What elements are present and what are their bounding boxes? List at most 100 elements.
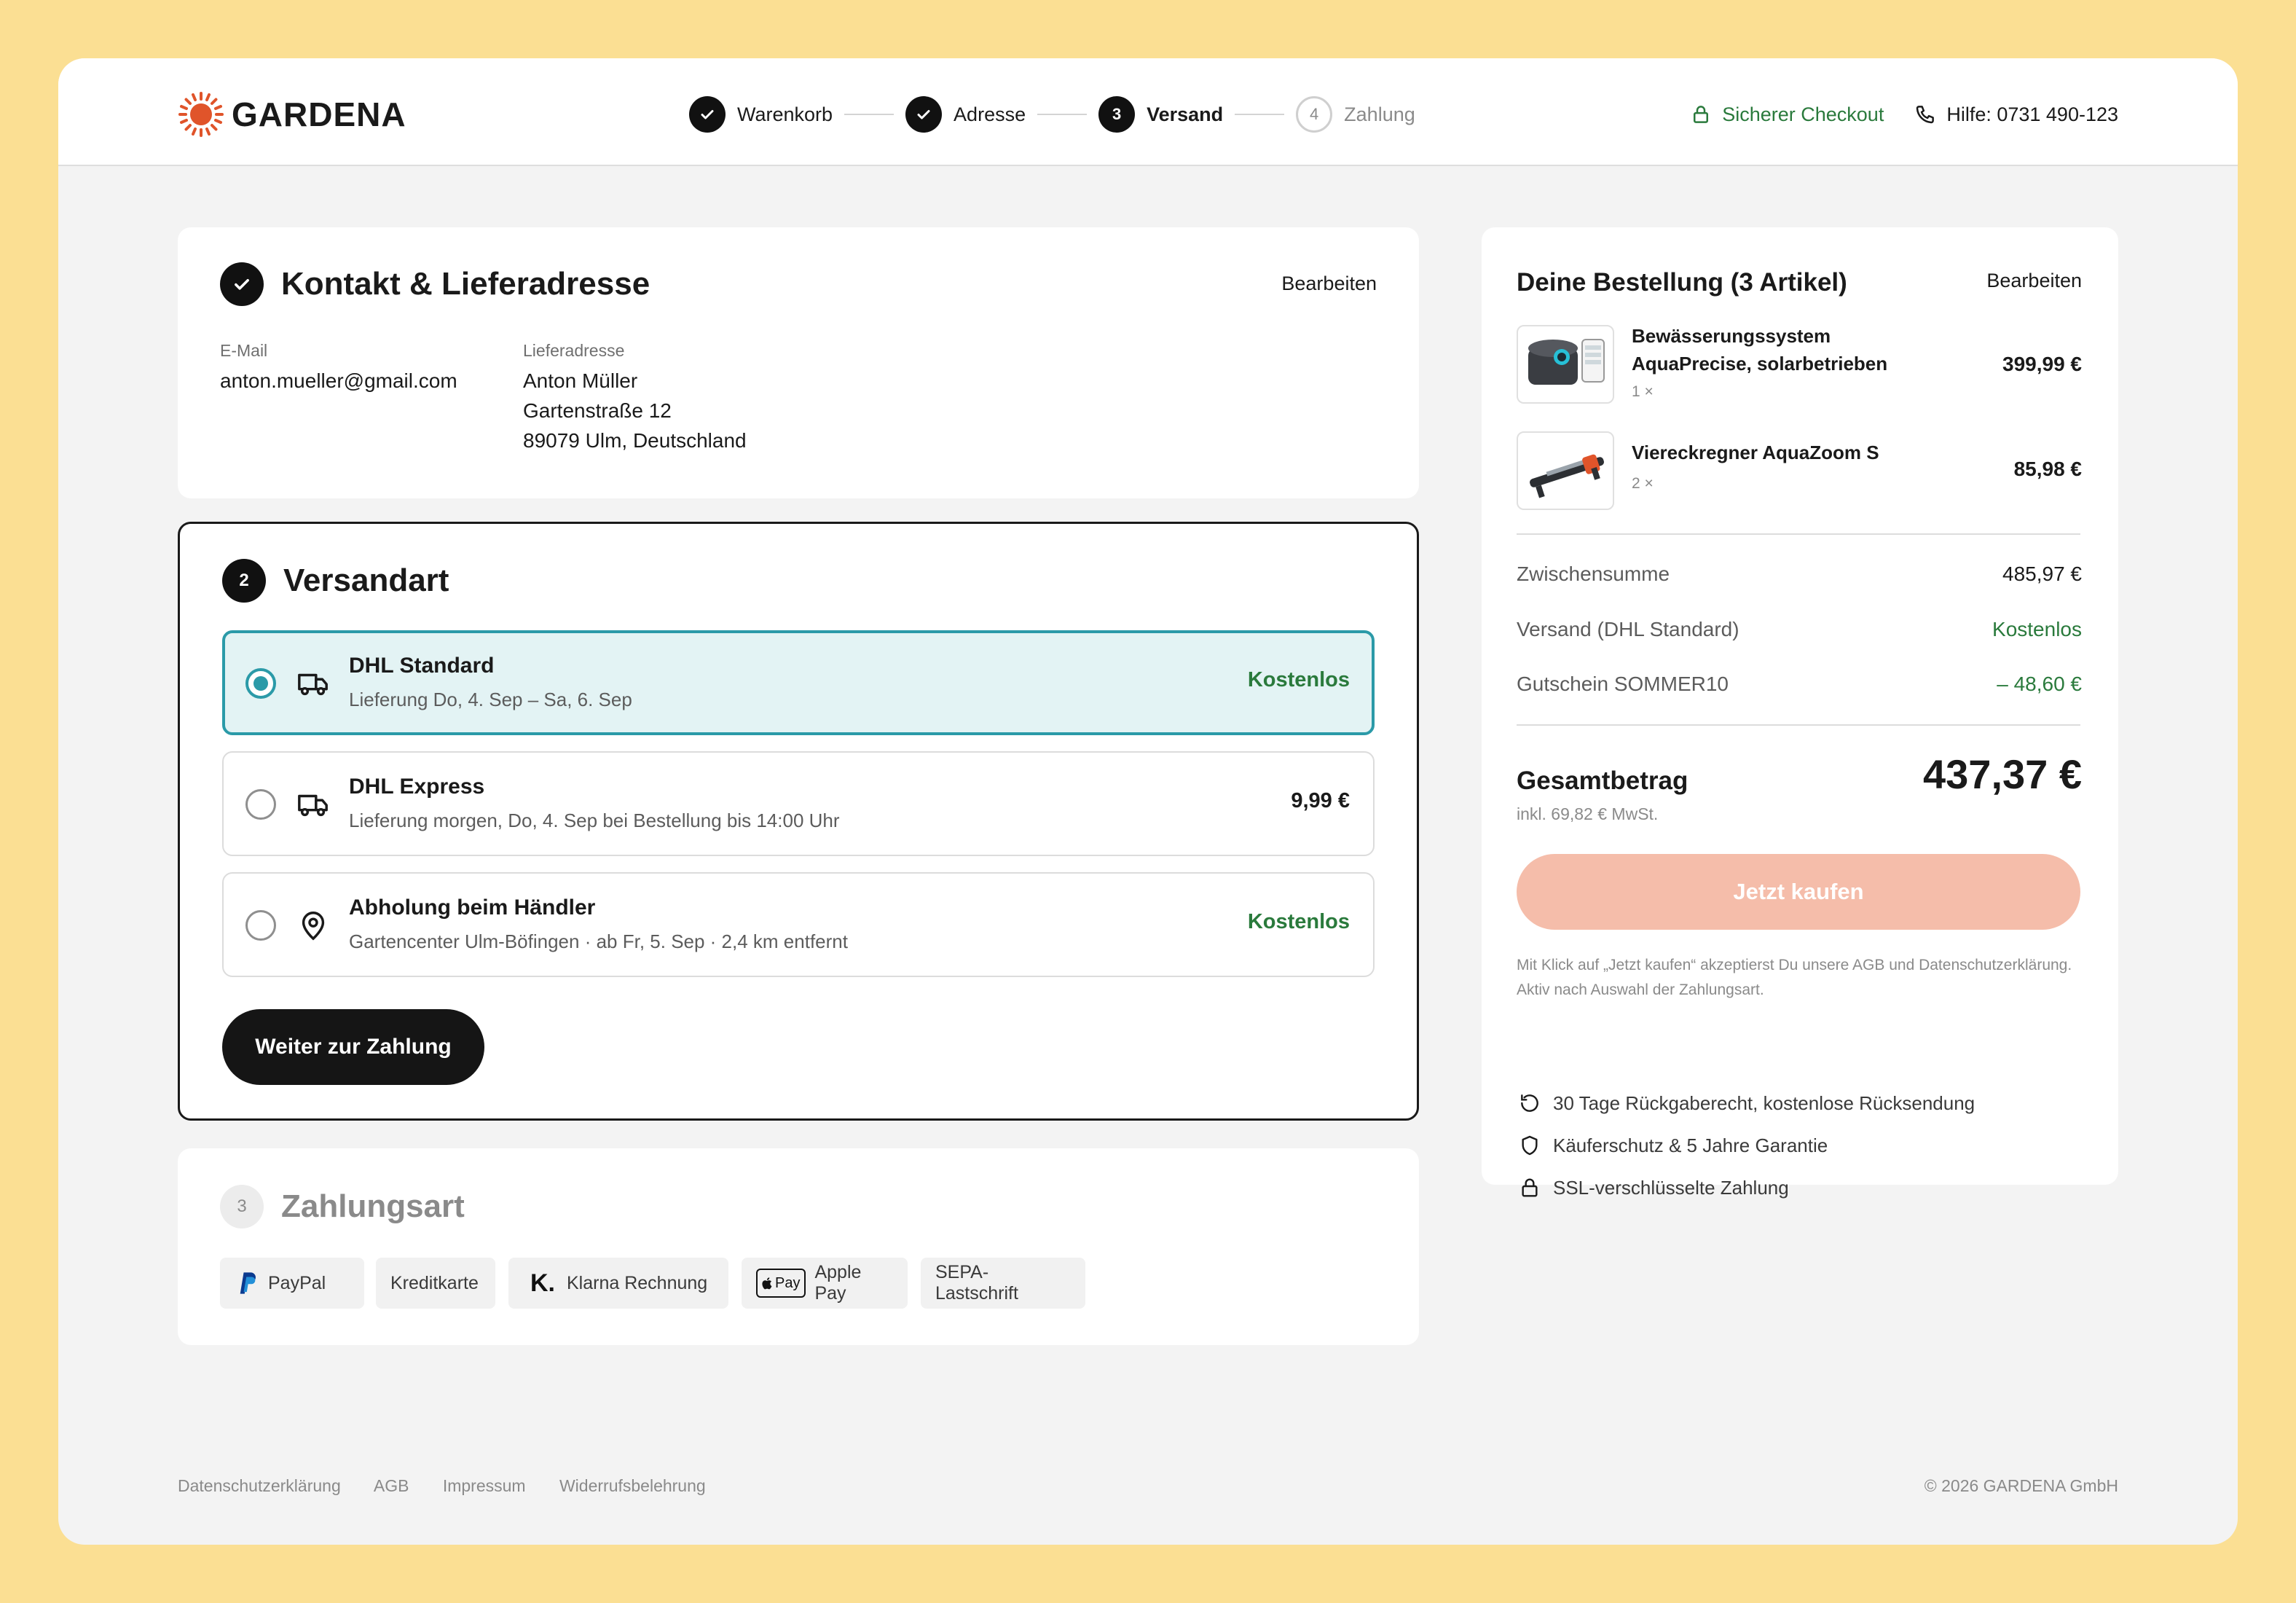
- shipping-label: Versand (DHL Standard): [1517, 618, 1739, 640]
- product-image-aquaprecise[interactable]: [1517, 325, 1614, 404]
- step-connector: [844, 114, 895, 115]
- payment-label: Apple Pay: [814, 1262, 862, 1304]
- truck-icon: [296, 788, 330, 821]
- step-connector: [1037, 114, 1088, 115]
- product-image-aquazoom[interactable]: [1517, 431, 1614, 510]
- total-label: Gesamtbetrag: [1517, 767, 1688, 795]
- brand-name: GARDENA: [232, 95, 406, 133]
- payment-chip-klarna[interactable]: K. Klarna Rechnung: [508, 1258, 728, 1309]
- contact-address-card: Kontakt & Lieferadresse Bearbeiten E-Mai…: [178, 227, 1419, 498]
- footer-link-impressum[interactable]: Impressum: [443, 1476, 526, 1495]
- summary-title: Deine Bestellung (3 Artikel): [1517, 268, 1847, 297]
- buy-now-button[interactable]: Jetzt kaufen: [1517, 854, 2080, 930]
- item-qty: 2 ×: [1632, 475, 1654, 492]
- gardena-logo[interactable]: GARDENA: [178, 90, 406, 138]
- voucher-value: – 48,60 €: [1997, 673, 2082, 695]
- applepay-badge-text: Pay: [775, 1274, 801, 1291]
- footer-link-datenschutz[interactable]: Datenschutzerklärung: [178, 1476, 341, 1495]
- section-title: Kontakt & Lieferadresse: [281, 266, 650, 302]
- radio-unselected[interactable]: [245, 789, 276, 820]
- payment-chip-applepay[interactable]: Pay Apple Pay: [742, 1258, 908, 1309]
- return-icon: [1517, 1090, 1543, 1116]
- radio-selected[interactable]: [245, 668, 276, 699]
- trust-item: SSL-verschlüsselte Zahlung: [1517, 1175, 1789, 1201]
- checkout-stepper: Warenkorb Adresse 3 Versand 4 Zahlung: [689, 93, 1415, 136]
- subtotal-label: Zwischensumme: [1517, 563, 1670, 585]
- option-price: Kostenlos: [1247, 910, 1350, 933]
- section-header: Kontakt & Lieferadresse: [220, 262, 650, 306]
- paypal-icon: [235, 1271, 256, 1296]
- payment-chip-paypal[interactable]: PayPal: [220, 1258, 364, 1309]
- continue-to-payment-button[interactable]: Weiter zur Zahlung: [222, 1009, 484, 1085]
- shipping-value: Kostenlos: [1992, 618, 2082, 640]
- payment-chip-sepa[interactable]: SEPA-Lastschrift: [921, 1258, 1085, 1309]
- truck-icon: [296, 667, 330, 700]
- trust-item: Käuferschutz & 5 Jahre Garantie: [1517, 1132, 1828, 1159]
- section-header: 3 Zahlungsart: [220, 1185, 465, 1228]
- payment-label: SEPA-Lastschrift: [935, 1262, 1018, 1304]
- email-label: E-Mail: [220, 341, 268, 360]
- vat-note: inkl. 69,82 € MwSt.: [1517, 804, 1659, 823]
- check-icon: [220, 262, 264, 306]
- voucher-label: Gutschein SOMMER10: [1517, 673, 1729, 695]
- footer: Datenschutzerklärung AGB Impressum Wider…: [178, 1476, 2118, 1496]
- item-price: 85,98 €: [2013, 458, 2082, 480]
- step-warenkorb[interactable]: Warenkorb: [689, 96, 833, 133]
- step-adresse[interactable]: Adresse: [905, 96, 1026, 133]
- map-pin-icon: [296, 909, 330, 942]
- payment-label: Klarna Rechnung: [567, 1272, 708, 1293]
- check-icon: [689, 96, 726, 133]
- step-label: Zahlung: [1344, 103, 1415, 125]
- option-subtitle: Lieferung morgen, Do, 4. Sep bei Bestell…: [349, 810, 840, 831]
- legal-note: Mit Klick auf „Jetzt kaufen“ akzeptierst…: [1517, 957, 2072, 998]
- step-connector: [1235, 114, 1285, 115]
- step-label: Adresse: [954, 103, 1026, 125]
- shipping-option-dhl-standard[interactable]: DHL Standard Lieferung Do, 4. Sep – Sa, …: [222, 630, 1375, 735]
- step-zahlung: 4 Zahlung: [1296, 96, 1415, 133]
- checkout-window: GARDENA Warenkorb Adresse 3 Versand 4 Za…: [58, 58, 2238, 1545]
- shipping-option-pickup[interactable]: Abholung beim Händler Gartencenter Ulm-B…: [222, 872, 1375, 977]
- radio-unselected[interactable]: [245, 910, 276, 941]
- option-subtitle: Gartencenter Ulm-Böfingen · ab Fr, 5. Se…: [349, 930, 848, 952]
- check-icon: [905, 96, 943, 133]
- item-price: 399,99 €: [2002, 353, 2082, 375]
- section-title: Versandart: [283, 563, 449, 598]
- shipping-option-dhl-express[interactable]: DHL Express Lieferung morgen, Do, 4. Sep…: [222, 751, 1375, 856]
- address-line: Anton Müller: [523, 369, 638, 392]
- email-value: anton.mueller@gmail.com: [220, 369, 457, 392]
- payment-label: Kreditkarte: [390, 1272, 479, 1293]
- secure-label: Sicherer Checkout: [1722, 103, 1884, 125]
- shield-icon: [1517, 1132, 1543, 1159]
- top-bar: GARDENA Warenkorb Adresse 3 Versand 4 Za…: [58, 58, 2238, 166]
- option-price: 9,99 €: [1291, 789, 1350, 812]
- trust-text: Käuferschutz & 5 Jahre Garantie: [1553, 1134, 1828, 1156]
- header-right: Sicherer Checkout Hilfe: 0731 490-123: [1690, 93, 2118, 136]
- shipping-method-card: 2 Versandart DHL Standard Lieferung Do, …: [178, 522, 1419, 1121]
- section-title: Zahlungsart: [281, 1188, 465, 1224]
- divider: [1517, 724, 2080, 726]
- footer-link-agb[interactable]: AGB: [374, 1476, 409, 1495]
- total-value: 437,37 €: [1923, 751, 2082, 797]
- option-title: DHL Express: [349, 775, 485, 799]
- step-label: Versand: [1147, 103, 1224, 125]
- address-line: 89079 Ulm, Deutschland: [523, 429, 747, 452]
- payment-label: PayPal: [268, 1272, 326, 1293]
- option-title: DHL Standard: [349, 654, 495, 678]
- footer-link-widerruf[interactable]: Widerrufsbelehrung: [559, 1476, 706, 1495]
- edit-contact-link[interactable]: Bearbeiten: [1281, 273, 1377, 295]
- applepay-icon: Pay: [756, 1269, 806, 1298]
- step-number: 3: [1098, 96, 1136, 133]
- step-label: Warenkorb: [737, 103, 833, 125]
- trust-item: 30 Tage Rückgaberecht, kostenlose Rückse…: [1517, 1090, 1975, 1116]
- order-summary-card: Deine Bestellung (3 Artikel) Bearbeiten …: [1482, 227, 2118, 1199]
- address-value: Anton Müller Gartenstraße 12 89079 Ulm, …: [523, 366, 747, 455]
- help-hotline[interactable]: Hilfe: 0731 490-123: [1914, 103, 2118, 126]
- edit-order-link[interactable]: Bearbeiten: [1986, 270, 2082, 292]
- phone-icon: [1914, 103, 1936, 125]
- payment-chip-kreditkarte[interactable]: Kreditkarte: [376, 1258, 495, 1309]
- option-title: Abholung beim Händler: [349, 895, 596, 920]
- item-name: Viereckregner AquaZoom S: [1632, 442, 1879, 463]
- address-line: Gartenstraße 12: [523, 399, 672, 422]
- item-qty: 1 ×: [1632, 383, 1654, 400]
- option-subtitle: Lieferung Do, 4. Sep – Sa, 6. Sep: [349, 689, 632, 710]
